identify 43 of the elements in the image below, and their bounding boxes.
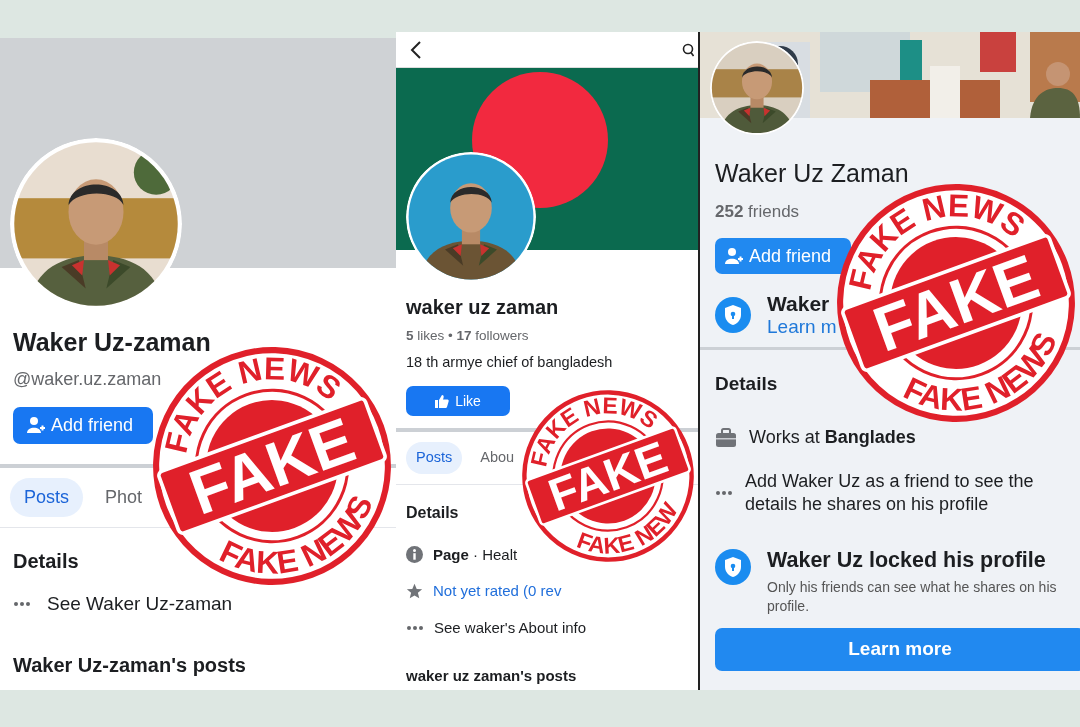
section-heading: waker uz zaman's posts (406, 666, 577, 687)
lock-notice-title: Waker (767, 292, 830, 317)
shield-icon (715, 297, 751, 334)
friends-count: 252 friends (715, 200, 800, 223)
add-friend-button[interactable]: Add friend (13, 406, 153, 444)
detail-text: Add Waker Uz as a friend to see the details he shares on his profile (745, 469, 1035, 517)
learn-more-button[interactable]: Learn more (715, 628, 1080, 672)
tab[interactable]: Posts (10, 477, 84, 517)
more-icon (715, 490, 733, 497)
section-heading: Details (715, 371, 778, 396)
page-bio: 18 th armye chief of bangladesh (406, 353, 613, 373)
page-name: waker uz zaman (406, 295, 559, 320)
detail-text: See waker's About info (434, 617, 587, 638)
tab[interactable]: Posts (406, 442, 463, 474)
briefcase-icon (715, 428, 737, 449)
add-friend-icon (725, 247, 743, 265)
more-icon (13, 600, 31, 607)
add-friend-icon (27, 416, 45, 434)
star-icon (406, 582, 423, 600)
tab[interactable]: Phot (91, 477, 157, 517)
more-icon (406, 624, 424, 631)
tab[interactable]: Abou (470, 442, 525, 474)
locked-title: Waker Uz locked his profile (767, 548, 1047, 573)
profile-name: Waker Uz-zaman (13, 327, 211, 358)
shield-icon (715, 548, 751, 585)
locked-text: Only his friends can see what he shares on his profile. (767, 578, 1058, 617)
search-icon[interactable] (682, 42, 694, 57)
detail-text: Works at Banglades (749, 426, 916, 450)
profile-name: Waker Uz Zaman (715, 158, 909, 189)
page-stats: 5 likes • 17 followers (406, 327, 529, 345)
detail-text: Page · Healt (433, 544, 518, 565)
section-heading: Details (13, 548, 79, 574)
add-friend-button[interactable]: Add friend (715, 238, 851, 274)
thumbs-up-icon (435, 394, 450, 408)
detail-text: Not yet rated (0 rev (433, 581, 562, 601)
like-button[interactable]: Like (406, 386, 510, 416)
info-icon (406, 546, 423, 563)
detail-text: See Waker Uz-zaman (47, 591, 233, 616)
username: @waker.uz.zaman (13, 367, 162, 391)
learn-more-link[interactable]: Learn m (767, 316, 837, 339)
back-icon[interactable] (410, 40, 422, 59)
section-heading: Waker Uz-zaman's posts (13, 653, 246, 679)
section-heading: Details (406, 502, 459, 523)
